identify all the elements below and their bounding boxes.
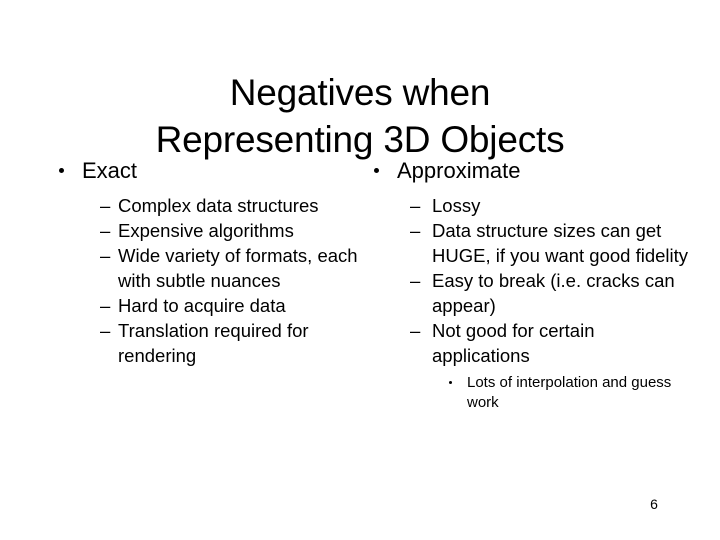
- column-right-sublist: Lots of interpolation and guess work: [363, 373, 693, 412]
- bullet-dot-icon: [374, 168, 379, 173]
- bullet-dash-icon: –: [100, 295, 111, 316]
- bullet-dash-icon: –: [100, 195, 111, 216]
- bullet-dash-icon: –: [100, 245, 111, 266]
- list-item: – Wide variety of formats, each with sub…: [48, 243, 368, 293]
- bullet-dot-icon: [449, 381, 452, 384]
- list-item: – Complex data structures: [48, 193, 368, 218]
- bullet-dash-icon: –: [410, 320, 421, 341]
- slide-body: Exact – Complex data structures – Expens…: [0, 157, 720, 487]
- list-item-label: Data structure sizes can get HUGE, if yo…: [432, 220, 689, 266]
- bullet-level1-exact: Exact: [48, 157, 368, 185]
- column-left-heading: Exact: [82, 158, 138, 183]
- slide: Negatives when Representing 3D Objects E…: [0, 0, 720, 540]
- bullet-dash-icon: –: [410, 220, 421, 241]
- column-left: Exact – Complex data structures – Expens…: [48, 157, 368, 368]
- column-left-list: – Complex data structures – Expensive al…: [48, 193, 368, 368]
- list-item-label: Not good for certain applications: [432, 320, 595, 366]
- bullet-dash-icon: –: [410, 270, 421, 291]
- list-item-label: Translation required for rendering: [118, 320, 309, 366]
- list-item-label: Complex data structures: [118, 195, 319, 216]
- list-item-label: Lossy: [432, 195, 481, 216]
- list-item-label: Hard to acquire data: [118, 295, 286, 316]
- list-item-label: Expensive algorithms: [118, 220, 294, 241]
- list-item: – Expensive algorithms: [48, 218, 368, 243]
- sub-list-item: Lots of interpolation and guess work: [363, 373, 693, 412]
- list-item-label: Easy to break (i.e. cracks can appear): [432, 270, 675, 316]
- list-item-label: Wide variety of formats, each with subtl…: [118, 245, 358, 291]
- list-item: – Lossy: [363, 193, 693, 218]
- bullet-dash-icon: –: [410, 195, 421, 216]
- list-item: – Easy to break (i.e. cracks can appear): [363, 268, 693, 318]
- bullet-level1-approximate: Approximate: [363, 157, 693, 185]
- column-right: Approximate – Lossy – Data structure siz…: [363, 157, 693, 412]
- page-title: Negatives when Representing 3D Objects: [60, 69, 660, 163]
- title-line-2: Representing 3D Objects: [155, 118, 565, 160]
- bullet-dash-icon: –: [100, 220, 111, 241]
- bullet-dot-icon: [59, 168, 64, 173]
- sub-list-item-label: Lots of interpolation and guess work: [467, 374, 672, 411]
- list-item: – Translation required for rendering: [48, 318, 368, 368]
- bullet-dash-icon: –: [100, 320, 111, 341]
- column-right-heading: Approximate: [397, 158, 521, 183]
- column-right-list: – Lossy – Data structure sizes can get H…: [363, 193, 693, 368]
- page-number: 6: [650, 496, 658, 512]
- title-line-1: Negatives when: [229, 71, 491, 113]
- list-item: – Not good for certain applications: [363, 318, 693, 368]
- list-item: – Data structure sizes can get HUGE, if …: [363, 218, 693, 268]
- list-item: – Hard to acquire data: [48, 293, 368, 318]
